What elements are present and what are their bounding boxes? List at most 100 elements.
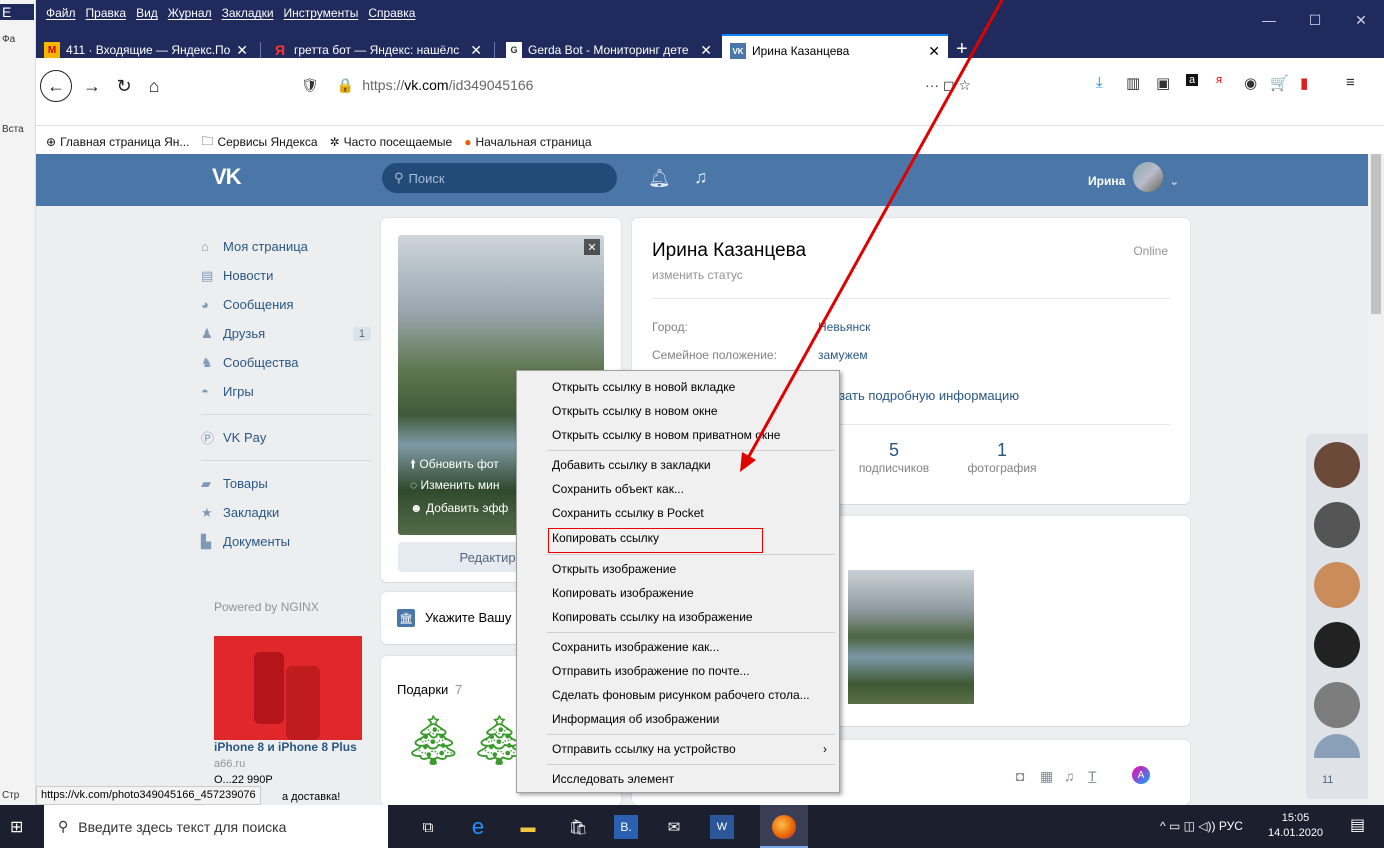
file-explorer-icon[interactable]: ▬	[516, 815, 540, 839]
scrollbar-thumb[interactable]	[1371, 154, 1381, 314]
tab-gerda-bot[interactable]: G Gerda Bot - Мониторинг дете ✕	[498, 34, 720, 66]
ctx-send-link-to-device[interactable]: Отправить ссылку на устройство ›	[517, 737, 839, 761]
account-icon[interactable]: ◉	[1244, 74, 1257, 92]
ctx-view-image-info[interactable]: Информация об изображении	[517, 707, 839, 731]
avatar[interactable]	[1314, 622, 1360, 668]
ctx-save-to-pocket[interactable]: Сохранить ссылку в Pocket	[517, 501, 839, 525]
ctx-open-link-new-tab[interactable]: Открыть ссылку в новой вкладке	[517, 375, 839, 399]
close-tab-icon[interactable]: ✕	[928, 43, 940, 60]
menu-bookmarks[interactable]: Закладки	[222, 6, 274, 20]
ctx-inspect-element[interactable]: Исследовать элемент	[517, 767, 839, 791]
menu-file[interactable]: Файл	[46, 6, 76, 20]
show-more-info-link[interactable]: азать подробную информацию	[832, 388, 1019, 403]
close-tab-icon[interactable]: ✕	[236, 42, 248, 59]
reload-button[interactable]: ↻	[110, 72, 138, 100]
gifts-title[interactable]: Подарки	[397, 682, 448, 697]
avatar[interactable]	[1314, 502, 1360, 548]
gift-tree-icon[interactable]: 🎄︎	[403, 712, 464, 769]
library-icon[interactable]: ▥	[1126, 74, 1140, 92]
vk-search-input[interactable]: ⚲ Поиск	[382, 163, 617, 193]
edge-icon[interactable]: e	[466, 814, 490, 839]
sidebar-item-games[interactable]: ◓ Игры	[201, 377, 371, 406]
page-scrollbar[interactable]	[1368, 154, 1384, 805]
change-thumbnail-action[interactable]: ◌ Изменить мин	[410, 478, 500, 492]
menu-tools[interactable]: Инструменты	[284, 6, 359, 20]
ctx-set-desktop-background[interactable]: Сделать фоновым рисунком рабочего стола.…	[517, 683, 839, 707]
menu-edit[interactable]: Правка	[86, 6, 127, 20]
ctx-open-link-new-window[interactable]: Открыть ссылку в новом окне	[517, 399, 839, 423]
ad-image[interactable]	[214, 636, 362, 740]
ctx-copy-image[interactable]: Копировать изображение	[517, 581, 839, 605]
vk-logo[interactable]: VK	[212, 164, 242, 190]
sidebar-item-documents[interactable]: ▙ Документы	[201, 527, 371, 556]
firefox-taskbar-button[interactable]	[760, 805, 808, 848]
family-value[interactable]: замужем	[818, 348, 868, 362]
update-photo-action[interactable]: 🠙 Обновить фот	[410, 455, 499, 476]
music-icon[interactable]: ♫	[694, 167, 708, 188]
yandex-icon[interactable]: я	[1216, 74, 1222, 86]
system-tray[interactable]: ^ ▭ ◫ ◁)) РУС	[1160, 819, 1243, 833]
photo-thumbnail[interactable]	[848, 570, 974, 704]
sidebar-item-goods[interactable]: ▰ Товары	[201, 469, 371, 498]
mail-icon[interactable]: ✉	[662, 815, 686, 839]
taskbar-search-input[interactable]: ⚲ Введите здесь текст для поиска	[44, 805, 388, 848]
amazon-icon[interactable]: a	[1186, 74, 1199, 86]
store-icon[interactable]: 🛍︎	[566, 815, 590, 839]
sidebar-item-my-page[interactable]: ⌂ Моя страница	[201, 232, 371, 261]
bell-icon[interactable]: 🔔︎	[648, 168, 671, 189]
new-tab-button[interactable]: +	[956, 38, 968, 61]
bookmark-yandex-services[interactable]: 🗀 Сервисы Яндекса	[201, 132, 317, 153]
menu-view[interactable]: Вид	[136, 6, 158, 20]
notifications-icon[interactable]: ▤	[1350, 815, 1365, 835]
photos-counter[interactable]: 1 фотография	[952, 440, 1052, 475]
back-button[interactable]: ←	[40, 70, 72, 102]
cart-icon[interactable]: 🛒	[1270, 74, 1289, 92]
b-app-icon[interactable]: B.	[614, 815, 638, 839]
tab-yandex-search[interactable]: Я гретта бот — Яндекс: нашёлс ✕	[264, 34, 490, 66]
sidebar-item-communities[interactable]: ♞ Сообщества	[201, 348, 371, 377]
ctx-save-image-as[interactable]: Сохранить изображение как...	[517, 635, 839, 659]
tab-mail[interactable]: M 411 · Входящие — Яндекс.Поч ✕	[36, 34, 256, 66]
text-icon[interactable]: T̲	[1088, 768, 1097, 784]
city-value[interactable]: Невьянск	[818, 320, 870, 334]
ctx-bookmark-link[interactable]: Добавить ссылку в закладки	[517, 453, 839, 477]
sidebar-item-messages[interactable]: ◕ Сообщения	[201, 290, 371, 319]
avatar[interactable]	[1314, 682, 1360, 728]
bookmark-frequent[interactable]: ✲ Часто посещаемые	[330, 135, 453, 149]
shield-icon[interactable]: 🛡	[301, 77, 319, 94]
task-view-icon[interactable]: ⧉	[416, 815, 440, 839]
camera-icon[interactable]: ◘	[1016, 768, 1024, 784]
ctx-copy-image-link[interactable]: Копировать ссылку на изображение	[517, 605, 839, 629]
language-indicator[interactable]: РУС	[1219, 819, 1243, 833]
lock-icon[interactable]: 🔒	[337, 77, 354, 94]
menu-help[interactable]: Справка	[368, 6, 415, 20]
ctx-open-image[interactable]: Открыть изображение	[517, 557, 839, 581]
friends-online-count[interactable]: 11	[1322, 774, 1333, 786]
bookmark-flag-icon[interactable]: ▮	[1300, 74, 1308, 92]
avatar[interactable]	[1314, 734, 1360, 758]
ctx-open-link-private-window[interactable]: Открыть ссылку в новом приватном окне	[517, 423, 839, 447]
close-tab-icon[interactable]: ✕	[470, 42, 482, 59]
change-status-link[interactable]: изменить статус	[652, 268, 743, 282]
avatar[interactable]	[1314, 562, 1360, 608]
avatar[interactable]	[1314, 442, 1360, 488]
ctx-save-link-as[interactable]: Сохранить объект как...	[517, 477, 839, 501]
vk-user-menu[interactable]: Ирина ⌄	[1088, 162, 1179, 192]
sidebar-item-bookmarks[interactable]: ★ Закладки	[201, 498, 371, 527]
close-tab-icon[interactable]: ✕	[700, 42, 712, 59]
page-actions-icon[interactable]: ··· ◻ ☆	[925, 77, 971, 94]
bookmark-start-page[interactable]: ● Начальная страница	[464, 135, 591, 149]
sidebar-icon[interactable]: ▣	[1156, 74, 1170, 92]
home-button[interactable]: ⌂	[140, 72, 168, 100]
music-icon[interactable]: ♫	[1064, 768, 1075, 784]
sidebar-item-friends[interactable]: ♟ Друзья 1	[201, 319, 371, 348]
sidebar-item-vkpay[interactable]: Ⓟ VK Pay	[201, 423, 371, 452]
sidebar-item-news[interactable]: ▤ Новости	[201, 261, 371, 290]
word-icon[interactable]: W	[710, 815, 734, 839]
url-bar[interactable]: 🛡 🔒 https:// vk.com /id349045166 ··· ◻ ☆	[291, 70, 981, 100]
add-effects-action[interactable]: ☻ Добавить эфф	[410, 501, 508, 515]
ad-title[interactable]: iPhone 8 и iPhone 8 Plus	[214, 740, 357, 754]
close-icon[interactable]: ✕	[584, 239, 600, 255]
windows-start-icon[interactable]: ⊞	[10, 817, 23, 837]
tab-vk-profile[interactable]: VK Ирина Казанцева ✕	[722, 34, 948, 66]
